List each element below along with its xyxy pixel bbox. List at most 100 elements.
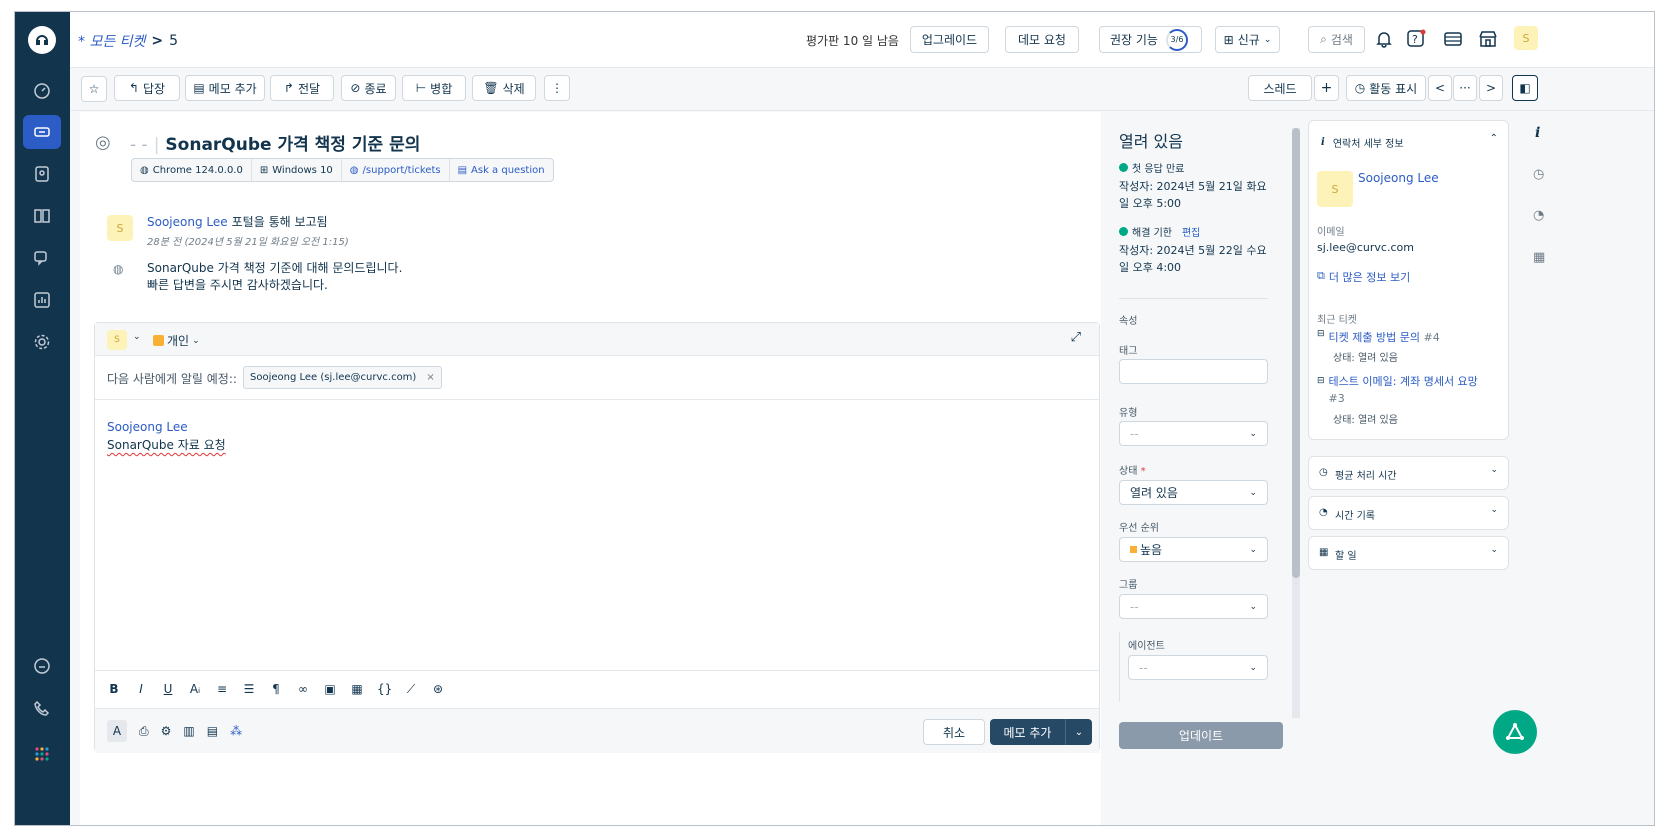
timer-rail-icon[interactable]: ◔	[1533, 208, 1544, 223]
state-select[interactable]: 열려 있음 ⌄	[1119, 480, 1268, 505]
italic-icon[interactable]: I	[134, 682, 148, 696]
stopwatch-icon: ◷	[1319, 467, 1328, 478]
merge-button[interactable]: ⊢ 병합	[402, 75, 466, 101]
props-scrollbar[interactable]	[1292, 128, 1300, 718]
chat-icon[interactable]	[23, 649, 61, 683]
next-ticket-button[interactable]: >	[1479, 75, 1503, 101]
agent-label: 에이전트	[1128, 641, 1165, 652]
user-avatar[interactable]: S	[1514, 26, 1538, 50]
forums-icon[interactable]	[23, 241, 61, 275]
all-tickets-link[interactable]: * 모든 티켓	[78, 31, 145, 51]
submit-note-button[interactable]: 메모 추가 ⌄	[990, 719, 1092, 745]
avg-handle-time-card[interactable]: ◷ 평균 처리 시간 ⌄	[1308, 456, 1509, 490]
bullet-list-icon[interactable]: ☰	[242, 682, 256, 696]
help-icon[interactable]: ?	[1403, 26, 1429, 52]
bold-icon[interactable]: B	[107, 682, 121, 696]
toggle-sidebar-icon[interactable]: ◧	[1512, 75, 1538, 101]
remove-recipient-icon[interactable]: ×	[426, 372, 434, 383]
close-ticket-button[interactable]: ⊘ 종료	[341, 75, 396, 101]
demo-request-button[interactable]: 데모 요청	[1005, 26, 1079, 53]
more-options-button[interactable]: ⋮	[544, 75, 570, 101]
contact-name-link[interactable]: Soojeong Lee	[1358, 171, 1439, 185]
link-icon[interactable]: ∞	[296, 682, 310, 696]
author-link[interactable]: Soojeong Lee	[147, 215, 228, 229]
text-format-icon[interactable]: A	[107, 720, 127, 742]
headset-logo-icon[interactable]	[28, 26, 56, 54]
time-log-card[interactable]: ◔ 시간 기록 ⌄	[1308, 496, 1509, 530]
forward-button[interactable]: ↱ 전달	[270, 75, 334, 101]
more-info-link[interactable]: ⧉ 더 많은 정보 보기	[1317, 269, 1410, 285]
priority-select[interactable]: 높음 ⌄	[1119, 537, 1268, 562]
type-label: 유형	[1119, 408, 1138, 419]
add-note-button[interactable]: ▤ 메모 추가	[185, 75, 265, 101]
form-meta[interactable]: ▤ Ask a question	[450, 159, 553, 181]
code-icon[interactable]: {}	[377, 682, 392, 696]
editor-body[interactable]: Soojeong Lee SonarQube 자료 요청	[107, 418, 226, 454]
stopwatch-rail-icon[interactable]: ◷	[1533, 167, 1544, 182]
reports-icon[interactable]	[23, 283, 61, 317]
edit-due-link[interactable]: 편집	[1182, 224, 1200, 239]
dashboard-icon[interactable]	[23, 74, 61, 108]
agent-chevron-down-icon[interactable]: ⌄	[133, 332, 141, 342]
editor-agent-avatar[interactable]: S	[107, 330, 127, 350]
clear-format-icon[interactable]: ⟋	[404, 682, 418, 697]
tickets-icon[interactable]	[23, 115, 61, 149]
settings-gear-icon[interactable]	[23, 325, 61, 359]
calendar-rail-icon[interactable]: ▦	[1533, 250, 1545, 265]
close-label: 종료	[364, 81, 387, 96]
recommended-features-button[interactable]: 권장 기능 3/6	[1099, 26, 1202, 53]
attachment-icon[interactable]: ⎙	[139, 724, 149, 739]
phone-icon[interactable]	[23, 692, 61, 726]
calendar-icon[interactable]	[1440, 26, 1466, 52]
url-meta[interactable]: ◍/support/tickets	[342, 159, 450, 181]
delete-button[interactable]: 🗑 삭제	[472, 75, 536, 101]
ticket-list-button[interactable]: ···	[1453, 75, 1477, 101]
font-size-icon[interactable]: Aᵢ	[188, 682, 202, 696]
knowledge-base-icon[interactable]	[23, 199, 61, 233]
agent-select[interactable]: -- ⌄	[1128, 655, 1268, 680]
freddy-ai-button[interactable]	[1493, 710, 1537, 754]
required-asterisk: *	[1140, 466, 1146, 477]
info-rail-icon[interactable]: i	[1535, 125, 1540, 141]
todo-card[interactable]: ▦ 할 일 ⌄	[1308, 536, 1509, 570]
resolve-label: 해결 기한	[1132, 228, 1172, 239]
star-icon[interactable]: ☆	[81, 76, 107, 102]
editor-header: S ⌄ 개인 ⌄ ⤢	[95, 323, 1099, 356]
upgrade-button[interactable]: 업그레이드	[910, 26, 989, 53]
marketplace-icon[interactable]	[1475, 26, 1501, 52]
apps-grid-icon[interactable]	[23, 737, 61, 771]
canned-icon[interactable]: ⊛	[431, 682, 445, 696]
book-icon[interactable]: ▥	[183, 724, 194, 738]
tag-input[interactable]	[1119, 359, 1268, 384]
paragraph-icon[interactable]: ¶	[269, 682, 283, 696]
table-icon[interactable]: ▦	[350, 682, 364, 696]
new-dropdown-button[interactable]: ⊞ 신규 ⌄	[1215, 26, 1280, 53]
ai-assist-icon[interactable]: ⁂	[230, 724, 242, 738]
group-select[interactable]: -- ⌄	[1119, 594, 1268, 619]
trash-icon: 🗑	[483, 81, 499, 95]
add-thread-button[interactable]: +	[1314, 75, 1339, 101]
show-activity-button[interactable]: ◷ 활동 표시	[1346, 75, 1426, 101]
ordered-list-icon[interactable]: ≡	[215, 682, 229, 696]
contacts-icon[interactable]	[23, 157, 61, 191]
privacy-dropdown[interactable]: 개인 ⌄	[153, 332, 200, 349]
submit-options-chevron-icon[interactable]: ⌄	[1066, 719, 1092, 745]
type-select[interactable]: -- ⌄	[1119, 421, 1268, 446]
search-button[interactable]: ⌕ 검색	[1308, 26, 1365, 53]
recent-ticket-2[interactable]: ⊟ 테스트 이메일: 계좌 명세서 요망 #3	[1317, 373, 1502, 407]
collapse-chevron-icon[interactable]: ⌃	[1490, 133, 1498, 144]
bell-icon[interactable]	[1371, 26, 1397, 52]
recent-ticket-1[interactable]: ⊟ 티켓 제출 방법 문의 #4	[1317, 329, 1502, 345]
underline-icon[interactable]: U	[161, 682, 175, 696]
prev-ticket-button[interactable]: <	[1428, 75, 1452, 101]
image-icon[interactable]: ▣	[323, 682, 337, 696]
reply-button[interactable]: ↰ 답장	[114, 75, 180, 101]
recipient-chip[interactable]: Soojeong Lee (sj.lee@curvc.com) ×	[243, 366, 442, 389]
solution-icon[interactable]: ▤	[207, 724, 218, 738]
settings-chip-icon[interactable]: ⚙	[161, 724, 172, 738]
cancel-button[interactable]: 취소	[923, 719, 985, 745]
expand-icon[interactable]: ⤢	[1071, 330, 1081, 345]
update-button[interactable]: 업데이트	[1119, 722, 1283, 749]
notify-label: 다음 사람에게 알릴 예정::	[107, 372, 237, 386]
thread-button[interactable]: 스레드	[1248, 75, 1312, 101]
